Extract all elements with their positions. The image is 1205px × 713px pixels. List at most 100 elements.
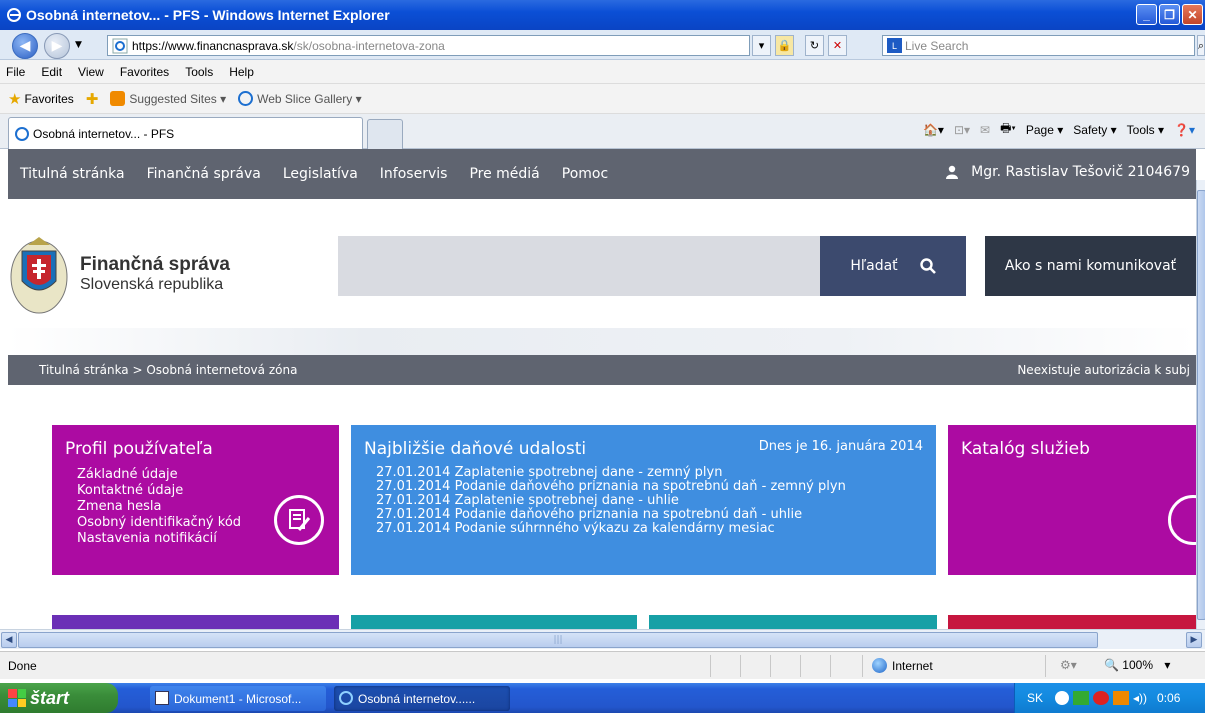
tile-service-catalog[interactable]: Katalóg služieb <box>948 425 1196 575</box>
windows-logo-icon <box>8 689 26 707</box>
scroll-left-arrow[interactable]: ◀ <box>1 632 17 648</box>
tile-strip-red[interactable] <box>948 615 1196 629</box>
favorites-bar: ★ Favorites ✚ Suggested Sites ▾ Web Slice… <box>0 84 1205 114</box>
menu-file[interactable]: File <box>6 65 25 79</box>
profile-link-notifications[interactable]: Nastavenia notifikácií <box>77 531 241 547</box>
tray-network-icon[interactable] <box>1073 691 1090 705</box>
breadcrumb[interactable]: Titulná stránka > Osobná internetová zón… <box>39 363 297 377</box>
tab-active[interactable]: Osobná internetov... - PFS <box>8 117 363 149</box>
taskbar: štart Dokument1 - Microsof... Osobná int… <box>0 683 1205 713</box>
vertical-scrollbar[interactable] <box>1196 180 1205 629</box>
tray-eid-icon[interactable] <box>1093 691 1110 705</box>
search-go-icon[interactable]: ⌕ <box>1197 35 1205 56</box>
scroll-right-arrow[interactable]: ▶ <box>1186 632 1202 648</box>
tools-menu[interactable]: Tools ▾ <box>1127 123 1164 137</box>
search-placeholder: Live Search <box>905 38 969 53</box>
language-indicator[interactable]: SK <box>1027 691 1043 705</box>
tray-arrow-icon[interactable] <box>1055 691 1070 705</box>
site-logo[interactable]: Finančná správa Slovenská republika <box>8 231 230 317</box>
page-menu[interactable]: Page ▾ <box>1026 123 1063 137</box>
zoom-level: 100% <box>1122 658 1153 672</box>
suggested-sites-button[interactable]: Suggested Sites ▾ <box>110 91 226 106</box>
help-icon[interactable]: ❓▾ <box>1174 123 1195 137</box>
new-tab-button[interactable] <box>367 119 403 149</box>
protected-mode-icon[interactable]: ⚙▾ <box>1060 658 1077 672</box>
tile-tax-events[interactable]: Najbližšie daňové udalosti Dnes je 16. j… <box>351 425 936 575</box>
user-name: Mgr. Rastislav Tešovič 2104679 <box>971 164 1190 180</box>
nav-titulna-stranka[interactable]: Titulná stránka <box>20 166 125 182</box>
start-button[interactable]: štart <box>0 683 118 713</box>
volume-icon[interactable]: ◂)) <box>1133 691 1147 705</box>
status-divider <box>862 655 863 677</box>
tile-strip-teal-2[interactable] <box>649 615 937 629</box>
profile-link-basic[interactable]: Základné údaje <box>77 467 241 483</box>
event-item[interactable]: 27.01.2014 Zaplatenie spotrebnej dane - … <box>376 494 846 508</box>
ie-icon <box>7 8 21 22</box>
home-icon[interactable]: 🏠▾ <box>923 123 944 137</box>
print-icon[interactable]: 🖶▾ <box>1000 119 1016 140</box>
nav-pomoc[interactable]: Pomoc <box>562 166 608 182</box>
menu-help[interactable]: Help <box>229 65 254 79</box>
favorites-button[interactable]: ★ Favorites <box>8 90 74 108</box>
document-pen-icon <box>274 495 324 545</box>
stop-icon[interactable]: ✕ <box>828 35 847 56</box>
event-item[interactable]: 27.01.2014 Zaplatenie spotrebnej dane - … <box>376 466 846 480</box>
nav-financna-sprava[interactable]: Finančná správa <box>147 166 261 182</box>
taskbar-word-label: Dokument1 - Microsof... <box>174 691 302 706</box>
menu-edit[interactable]: Edit <box>41 65 62 79</box>
safety-menu[interactable]: Safety ▾ <box>1073 123 1116 137</box>
history-dropdown-icon[interactable]: ▼ <box>75 40 82 50</box>
event-item[interactable]: 27.01.2014 Podanie daňového priznania na… <box>376 508 846 522</box>
search-button-label: Hľadať <box>850 258 898 274</box>
tile-strip-teal[interactable] <box>351 615 637 629</box>
nav-infoservis[interactable]: Infoservis <box>380 166 448 182</box>
nav-pre-media[interactable]: Pre médiá <box>469 166 539 182</box>
mail-icon[interactable]: ✉ <box>980 123 990 137</box>
taskbar-word[interactable]: Dokument1 - Microsof... <box>150 686 326 711</box>
search-input[interactable]: L Live Search <box>882 35 1195 56</box>
contact-button[interactable]: Ako s nami komunikovať <box>985 236 1196 296</box>
tray-app-icon[interactable] <box>1113 691 1130 705</box>
site-search-button[interactable]: Hľadať <box>820 236 966 296</box>
horizontal-scroll-thumb[interactable]: ||| <box>18 632 1098 648</box>
url-path: /sk/osobna-internetova-zona <box>293 38 445 53</box>
profile-link-id-code[interactable]: Osobný identifikačný kód <box>77 515 241 531</box>
tile-strip-purple[interactable] <box>52 615 339 629</box>
restore-button[interactable]: ❐ <box>1159 4 1180 25</box>
menu-favorites[interactable]: Favorites <box>120 65 169 79</box>
site-search-input[interactable] <box>338 236 820 296</box>
event-item[interactable]: 27.01.2014 Podanie súhrnného výkazu za k… <box>376 522 846 536</box>
lock-icon[interactable]: 🔒 <box>775 35 794 56</box>
tile-profile[interactable]: Profil používateľa Základné údaje Kontak… <box>52 425 339 575</box>
profile-link-contact[interactable]: Kontaktné údaje <box>77 483 241 499</box>
user-account[interactable]: Mgr. Rastislav Tešovič 2104679 <box>945 164 1190 180</box>
close-button[interactable]: ✕ <box>1182 4 1203 25</box>
address-toolbar: ◀ ▶ ▼ https://www. financnasprava.sk/sk/o… <box>0 30 1205 60</box>
events-today-date: Dnes je 16. januára 2014 <box>758 439 923 454</box>
profile-link-password[interactable]: Zmena hesla <box>77 499 241 515</box>
taskbar-ie[interactable]: Osobná internetov...... <box>334 686 510 711</box>
web-slice-gallery-button[interactable]: Web Slice Gallery ▾ <box>238 91 362 106</box>
address-dropdown-icon[interactable]: ▾ <box>752 35 771 56</box>
feeds-icon[interactable]: ⊡▾ <box>954 123 970 137</box>
event-item[interactable]: 27.01.2014 Podanie daňového priznania na… <box>376 480 846 494</box>
suggested-sites-icon <box>110 91 126 106</box>
minimize-button[interactable]: _ <box>1136 4 1157 25</box>
forward-button[interactable]: ▶ <box>44 33 70 59</box>
nav-legislativa[interactable]: Legislatíva <box>283 166 358 182</box>
status-text: Done <box>8 659 37 673</box>
add-favorite-button[interactable]: ✚ <box>86 90 99 108</box>
system-tray: SK ◂)) 0:06 <box>1014 683 1205 713</box>
zoom-control[interactable]: 🔍 100% ▾ <box>1104 658 1170 672</box>
refresh-icon[interactable]: ↻ <box>805 35 824 56</box>
vertical-scroll-thumb[interactable] <box>1197 190 1205 620</box>
menu-view[interactable]: View <box>78 65 104 79</box>
ie-task-icon <box>339 691 353 705</box>
back-button[interactable]: ◀ <box>12 33 38 59</box>
web-slice-label: Web Slice Gallery ▾ <box>257 91 362 106</box>
menu-tools[interactable]: Tools <box>185 65 213 79</box>
address-input[interactable]: https://www. financnasprava.sk/sk/osobna-… <box>107 35 750 56</box>
horizontal-scrollbar[interactable]: ◀ ||| ▶ <box>0 629 1205 649</box>
security-zone[interactable]: Internet <box>872 658 933 673</box>
suggested-sites-label: Suggested Sites ▾ <box>129 91 227 106</box>
